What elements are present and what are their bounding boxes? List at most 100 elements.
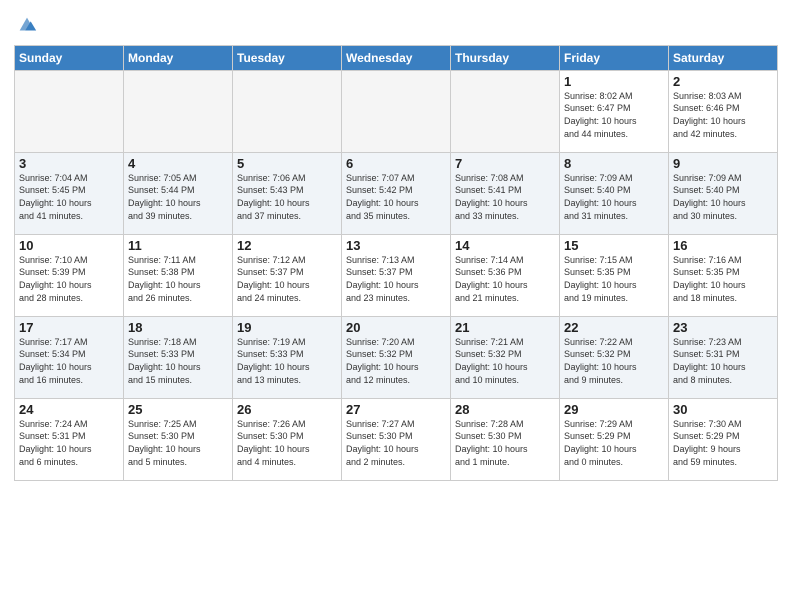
day-cell: 7Sunrise: 7:08 AM Sunset: 5:41 PM Daylig… <box>451 152 560 234</box>
week-row-5: 24Sunrise: 7:24 AM Sunset: 5:31 PM Dayli… <box>15 398 778 480</box>
day-number: 23 <box>673 320 773 335</box>
day-cell: 12Sunrise: 7:12 AM Sunset: 5:37 PM Dayli… <box>233 234 342 316</box>
calendar-table: SundayMondayTuesdayWednesdayThursdayFrid… <box>14 45 778 481</box>
day-number: 20 <box>346 320 446 335</box>
day-cell: 2Sunrise: 8:03 AM Sunset: 6:46 PM Daylig… <box>669 70 778 152</box>
day-cell: 25Sunrise: 7:25 AM Sunset: 5:30 PM Dayli… <box>124 398 233 480</box>
col-header-monday: Monday <box>124 45 233 70</box>
day-info: Sunrise: 7:28 AM Sunset: 5:30 PM Dayligh… <box>455 418 555 468</box>
day-cell: 10Sunrise: 7:10 AM Sunset: 5:39 PM Dayli… <box>15 234 124 316</box>
week-row-4: 17Sunrise: 7:17 AM Sunset: 5:34 PM Dayli… <box>15 316 778 398</box>
day-cell: 16Sunrise: 7:16 AM Sunset: 5:35 PM Dayli… <box>669 234 778 316</box>
day-info: Sunrise: 7:16 AM Sunset: 5:35 PM Dayligh… <box>673 254 773 304</box>
day-cell: 26Sunrise: 7:26 AM Sunset: 5:30 PM Dayli… <box>233 398 342 480</box>
day-info: Sunrise: 7:06 AM Sunset: 5:43 PM Dayligh… <box>237 172 337 222</box>
day-cell: 1Sunrise: 8:02 AM Sunset: 6:47 PM Daylig… <box>560 70 669 152</box>
day-info: Sunrise: 7:17 AM Sunset: 5:34 PM Dayligh… <box>19 336 119 386</box>
day-cell <box>15 70 124 152</box>
day-cell: 24Sunrise: 7:24 AM Sunset: 5:31 PM Dayli… <box>15 398 124 480</box>
day-info: Sunrise: 7:08 AM Sunset: 5:41 PM Dayligh… <box>455 172 555 222</box>
day-info: Sunrise: 7:21 AM Sunset: 5:32 PM Dayligh… <box>455 336 555 386</box>
day-info: Sunrise: 7:14 AM Sunset: 5:36 PM Dayligh… <box>455 254 555 304</box>
day-info: Sunrise: 7:04 AM Sunset: 5:45 PM Dayligh… <box>19 172 119 222</box>
day-cell: 15Sunrise: 7:15 AM Sunset: 5:35 PM Dayli… <box>560 234 669 316</box>
header-row: SundayMondayTuesdayWednesdayThursdayFrid… <box>15 45 778 70</box>
col-header-friday: Friday <box>560 45 669 70</box>
day-number: 11 <box>128 238 228 253</box>
day-number: 5 <box>237 156 337 171</box>
day-info: Sunrise: 7:12 AM Sunset: 5:37 PM Dayligh… <box>237 254 337 304</box>
day-number: 27 <box>346 402 446 417</box>
day-cell: 6Sunrise: 7:07 AM Sunset: 5:42 PM Daylig… <box>342 152 451 234</box>
day-info: Sunrise: 7:11 AM Sunset: 5:38 PM Dayligh… <box>128 254 228 304</box>
day-number: 19 <box>237 320 337 335</box>
day-cell: 9Sunrise: 7:09 AM Sunset: 5:40 PM Daylig… <box>669 152 778 234</box>
day-number: 16 <box>673 238 773 253</box>
day-number: 3 <box>19 156 119 171</box>
day-cell: 4Sunrise: 7:05 AM Sunset: 5:44 PM Daylig… <box>124 152 233 234</box>
day-cell: 14Sunrise: 7:14 AM Sunset: 5:36 PM Dayli… <box>451 234 560 316</box>
day-cell: 17Sunrise: 7:17 AM Sunset: 5:34 PM Dayli… <box>15 316 124 398</box>
week-row-1: 1Sunrise: 8:02 AM Sunset: 6:47 PM Daylig… <box>15 70 778 152</box>
day-number: 14 <box>455 238 555 253</box>
day-cell: 29Sunrise: 7:29 AM Sunset: 5:29 PM Dayli… <box>560 398 669 480</box>
day-cell <box>451 70 560 152</box>
day-number: 18 <box>128 320 228 335</box>
day-info: Sunrise: 7:07 AM Sunset: 5:42 PM Dayligh… <box>346 172 446 222</box>
day-number: 25 <box>128 402 228 417</box>
day-cell: 22Sunrise: 7:22 AM Sunset: 5:32 PM Dayli… <box>560 316 669 398</box>
day-number: 1 <box>564 74 664 89</box>
day-info: Sunrise: 7:19 AM Sunset: 5:33 PM Dayligh… <box>237 336 337 386</box>
col-header-tuesday: Tuesday <box>233 45 342 70</box>
day-cell: 28Sunrise: 7:28 AM Sunset: 5:30 PM Dayli… <box>451 398 560 480</box>
day-number: 28 <box>455 402 555 417</box>
logo <box>14 14 38 41</box>
day-cell: 3Sunrise: 7:04 AM Sunset: 5:45 PM Daylig… <box>15 152 124 234</box>
week-row-3: 10Sunrise: 7:10 AM Sunset: 5:39 PM Dayli… <box>15 234 778 316</box>
day-cell: 5Sunrise: 7:06 AM Sunset: 5:43 PM Daylig… <box>233 152 342 234</box>
day-number: 26 <box>237 402 337 417</box>
day-info: Sunrise: 7:20 AM Sunset: 5:32 PM Dayligh… <box>346 336 446 386</box>
day-number: 7 <box>455 156 555 171</box>
day-number: 15 <box>564 238 664 253</box>
day-number: 22 <box>564 320 664 335</box>
page-container: SundayMondayTuesdayWednesdayThursdayFrid… <box>0 0 792 487</box>
col-header-thursday: Thursday <box>451 45 560 70</box>
day-number: 12 <box>237 238 337 253</box>
day-number: 9 <box>673 156 773 171</box>
day-number: 4 <box>128 156 228 171</box>
col-header-saturday: Saturday <box>669 45 778 70</box>
day-info: Sunrise: 7:30 AM Sunset: 5:29 PM Dayligh… <box>673 418 773 468</box>
header <box>14 10 778 41</box>
day-cell <box>342 70 451 152</box>
day-number: 29 <box>564 402 664 417</box>
day-cell <box>124 70 233 152</box>
day-info: Sunrise: 7:22 AM Sunset: 5:32 PM Dayligh… <box>564 336 664 386</box>
day-cell: 27Sunrise: 7:27 AM Sunset: 5:30 PM Dayli… <box>342 398 451 480</box>
day-cell: 23Sunrise: 7:23 AM Sunset: 5:31 PM Dayli… <box>669 316 778 398</box>
day-info: Sunrise: 7:26 AM Sunset: 5:30 PM Dayligh… <box>237 418 337 468</box>
day-number: 30 <box>673 402 773 417</box>
day-number: 13 <box>346 238 446 253</box>
day-info: Sunrise: 7:05 AM Sunset: 5:44 PM Dayligh… <box>128 172 228 222</box>
day-info: Sunrise: 7:15 AM Sunset: 5:35 PM Dayligh… <box>564 254 664 304</box>
day-info: Sunrise: 7:09 AM Sunset: 5:40 PM Dayligh… <box>673 172 773 222</box>
day-info: Sunrise: 7:10 AM Sunset: 5:39 PM Dayligh… <box>19 254 119 304</box>
day-cell: 8Sunrise: 7:09 AM Sunset: 5:40 PM Daylig… <box>560 152 669 234</box>
day-info: Sunrise: 7:25 AM Sunset: 5:30 PM Dayligh… <box>128 418 228 468</box>
day-info: Sunrise: 7:09 AM Sunset: 5:40 PM Dayligh… <box>564 172 664 222</box>
day-number: 10 <box>19 238 119 253</box>
day-info: Sunrise: 7:29 AM Sunset: 5:29 PM Dayligh… <box>564 418 664 468</box>
col-header-wednesday: Wednesday <box>342 45 451 70</box>
day-number: 17 <box>19 320 119 335</box>
day-info: Sunrise: 7:18 AM Sunset: 5:33 PM Dayligh… <box>128 336 228 386</box>
day-cell: 21Sunrise: 7:21 AM Sunset: 5:32 PM Dayli… <box>451 316 560 398</box>
day-info: Sunrise: 7:13 AM Sunset: 5:37 PM Dayligh… <box>346 254 446 304</box>
col-header-sunday: Sunday <box>15 45 124 70</box>
day-cell: 19Sunrise: 7:19 AM Sunset: 5:33 PM Dayli… <box>233 316 342 398</box>
logo-text <box>14 14 38 41</box>
day-info: Sunrise: 8:02 AM Sunset: 6:47 PM Dayligh… <box>564 90 664 140</box>
day-number: 8 <box>564 156 664 171</box>
day-info: Sunrise: 8:03 AM Sunset: 6:46 PM Dayligh… <box>673 90 773 140</box>
day-number: 24 <box>19 402 119 417</box>
